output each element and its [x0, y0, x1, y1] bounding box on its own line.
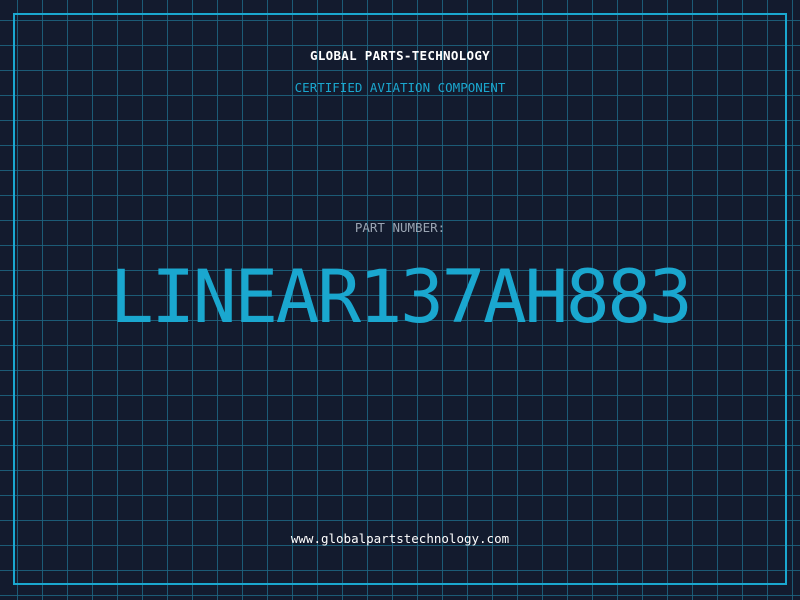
company-name: GLOBAL PARTS-TECHNOLOGY — [310, 48, 490, 63]
certification-subtitle: CERTIFIED AVIATION COMPONENT — [294, 80, 506, 95]
certificate-panel: GLOBAL PARTS-TECHNOLOGY CERTIFIED AVIATI… — [0, 0, 800, 600]
part-number-value: LINEAR137AH883 — [109, 255, 693, 340]
part-number-label: PART NUMBER: — [354, 220, 446, 235]
website-url: www.globalpartstechnology.com — [290, 531, 510, 546]
